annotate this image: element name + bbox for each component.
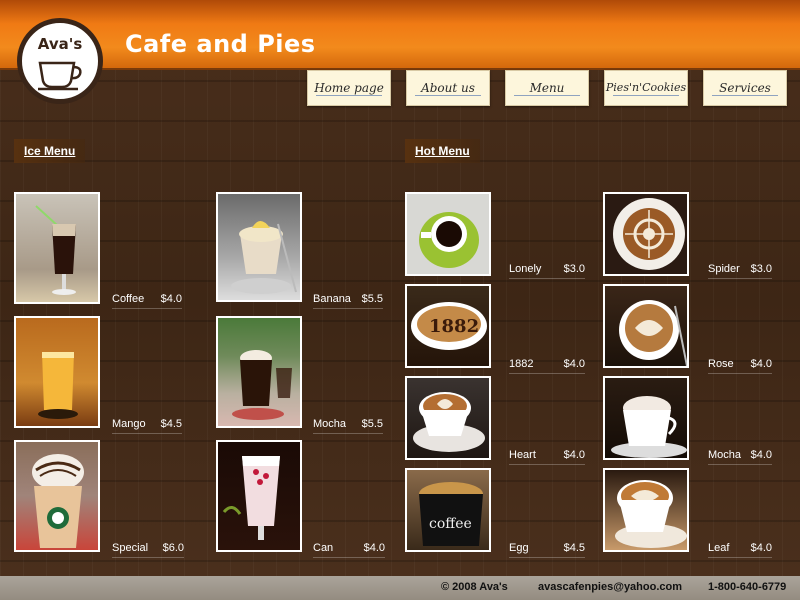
banana-dessert-image[interactable] [216, 192, 302, 302]
item-name: Can [313, 542, 334, 554]
item-price: $3.0 [563, 263, 585, 275]
item-price: $5.5 [361, 293, 383, 305]
mango-glass-icon [38, 352, 78, 419]
foam-mocha-cup-icon [611, 396, 687, 458]
footer-phone: 1-800-640-6779 [708, 581, 787, 593]
item-name: Special [112, 542, 149, 554]
item-name: Rose [708, 358, 734, 370]
menu-item-caption: Special $6.0 [112, 541, 184, 558]
heart-latte-cup-icon [413, 392, 485, 452]
nav-services[interactable]: Services [703, 70, 787, 106]
coffee-cup-icon [38, 61, 82, 91]
mango-drink-image[interactable] [14, 316, 100, 428]
footer-email[interactable]: avascafenpies@yahoo.com [538, 581, 682, 593]
rose-latte-image[interactable] [603, 284, 689, 368]
cup-coffee-text: coffee [429, 516, 472, 532]
menu-item-caption: Lonely $3.0 [509, 262, 585, 279]
rose-latte-icon [619, 300, 687, 366]
mocha-hot-image[interactable] [603, 376, 689, 460]
berry-smoothie-icon [222, 456, 280, 540]
item-name: Spider [708, 263, 740, 275]
nav-menu[interactable]: Menu [505, 70, 589, 106]
logo[interactable]: Ava's [17, 18, 103, 104]
item-price: $6.0 [162, 542, 184, 554]
item-name: Coffee [112, 293, 145, 305]
menu-item-caption: Mocha $5.5 [313, 417, 383, 434]
banana-sundae-icon [231, 221, 297, 294]
espresso-cup-icon [419, 212, 479, 268]
heart-latte-image[interactable] [405, 376, 491, 460]
mocha-glass-icon [232, 350, 292, 420]
nav-home-page-label: Home page [314, 81, 384, 95]
menu-item-caption: Leaf $4.0 [708, 541, 772, 558]
item-price: $4.0 [563, 358, 585, 370]
item-name: Mango [112, 418, 146, 430]
leaf-latte-image[interactable] [603, 468, 689, 552]
cup-1882-text: 1882 [429, 316, 479, 337]
item-price: $4.0 [750, 449, 772, 461]
menu-item-caption: Mocha $4.0 [708, 448, 772, 465]
can-drink-image[interactable] [216, 440, 302, 552]
ice-menu-heading[interactable]: Ice Menu [14, 139, 86, 163]
menu-item-caption: Heart $4.0 [509, 448, 585, 465]
leaf-latte-icon [615, 480, 687, 548]
nav-about-us[interactable]: About us [406, 70, 490, 106]
menu-item-caption: Rose $4.0 [708, 357, 772, 374]
item-name: Heart [509, 449, 536, 461]
item-price: $4.0 [750, 358, 772, 370]
menu-item-caption: Can $4.0 [313, 541, 385, 558]
1882-cup-icon: 1882 [411, 302, 487, 350]
hot-menu-heading[interactable]: Hot Menu [405, 139, 480, 163]
egg-coffee-image[interactable]: coffee [405, 468, 491, 552]
item-price: $4.0 [160, 293, 182, 305]
item-price: $3.0 [750, 263, 772, 275]
item-name: Mocha [313, 418, 347, 430]
item-name: Lonely [509, 263, 542, 275]
menu-item-caption: Egg $4.5 [509, 541, 585, 558]
logo-text: Ava's [37, 35, 83, 53]
item-name: Egg [509, 542, 529, 554]
footer-copyright: © 2008 Ava's [441, 581, 508, 593]
spider-latte-image[interactable] [603, 192, 689, 276]
item-name: Banana [313, 293, 351, 305]
item-price: $4.0 [363, 542, 385, 554]
nav-menu-label: Menu [529, 81, 565, 95]
cup-1882-image[interactable]: 1882 [405, 284, 491, 368]
iced-coffee-glass-icon [35, 205, 76, 295]
footer-bar: © 2008 Ava's avascafenpies@yahoo.com 1-8… [0, 576, 800, 600]
menu-item-caption: Spider $3.0 [708, 262, 772, 279]
lonely-coffee-image[interactable] [405, 192, 491, 276]
coffee-mug-icon: coffee [419, 482, 483, 546]
menu-item-caption: Mango $4.5 [112, 417, 182, 434]
menu-item-caption: Coffee $4.0 [112, 292, 182, 309]
item-name: 1882 [509, 358, 534, 370]
item-price: $4.0 [750, 542, 772, 554]
menu-item-caption: 1882 $4.0 [509, 357, 585, 374]
nav-about-us-label: About us [421, 81, 475, 95]
menu-item-caption: Banana $5.5 [313, 292, 383, 309]
iced-coffee-image[interactable] [14, 192, 100, 304]
nav-pies-n-cookies-label: Pies'n'Cookies [605, 81, 687, 94]
nav-services-label: Services [719, 81, 771, 95]
item-name: Mocha [708, 449, 742, 461]
spider-latte-icon [613, 198, 685, 270]
item-price: $4.5 [563, 542, 585, 554]
special-drink-image[interactable] [14, 440, 100, 552]
item-price: $4.0 [563, 449, 585, 461]
item-price: $4.5 [160, 418, 182, 430]
nav-home-page[interactable]: Home page [307, 70, 391, 106]
item-price: $5.5 [361, 418, 383, 430]
iced-mocha-image[interactable] [216, 316, 302, 428]
site-title: Cafe and Pies [125, 30, 316, 58]
item-name: Leaf [708, 542, 730, 554]
nav-pies-n-cookies[interactable]: Pies'n'Cookies [604, 70, 688, 106]
frappuccino-cup-icon [32, 454, 84, 548]
header-bar: Cafe and Pies [0, 0, 800, 70]
